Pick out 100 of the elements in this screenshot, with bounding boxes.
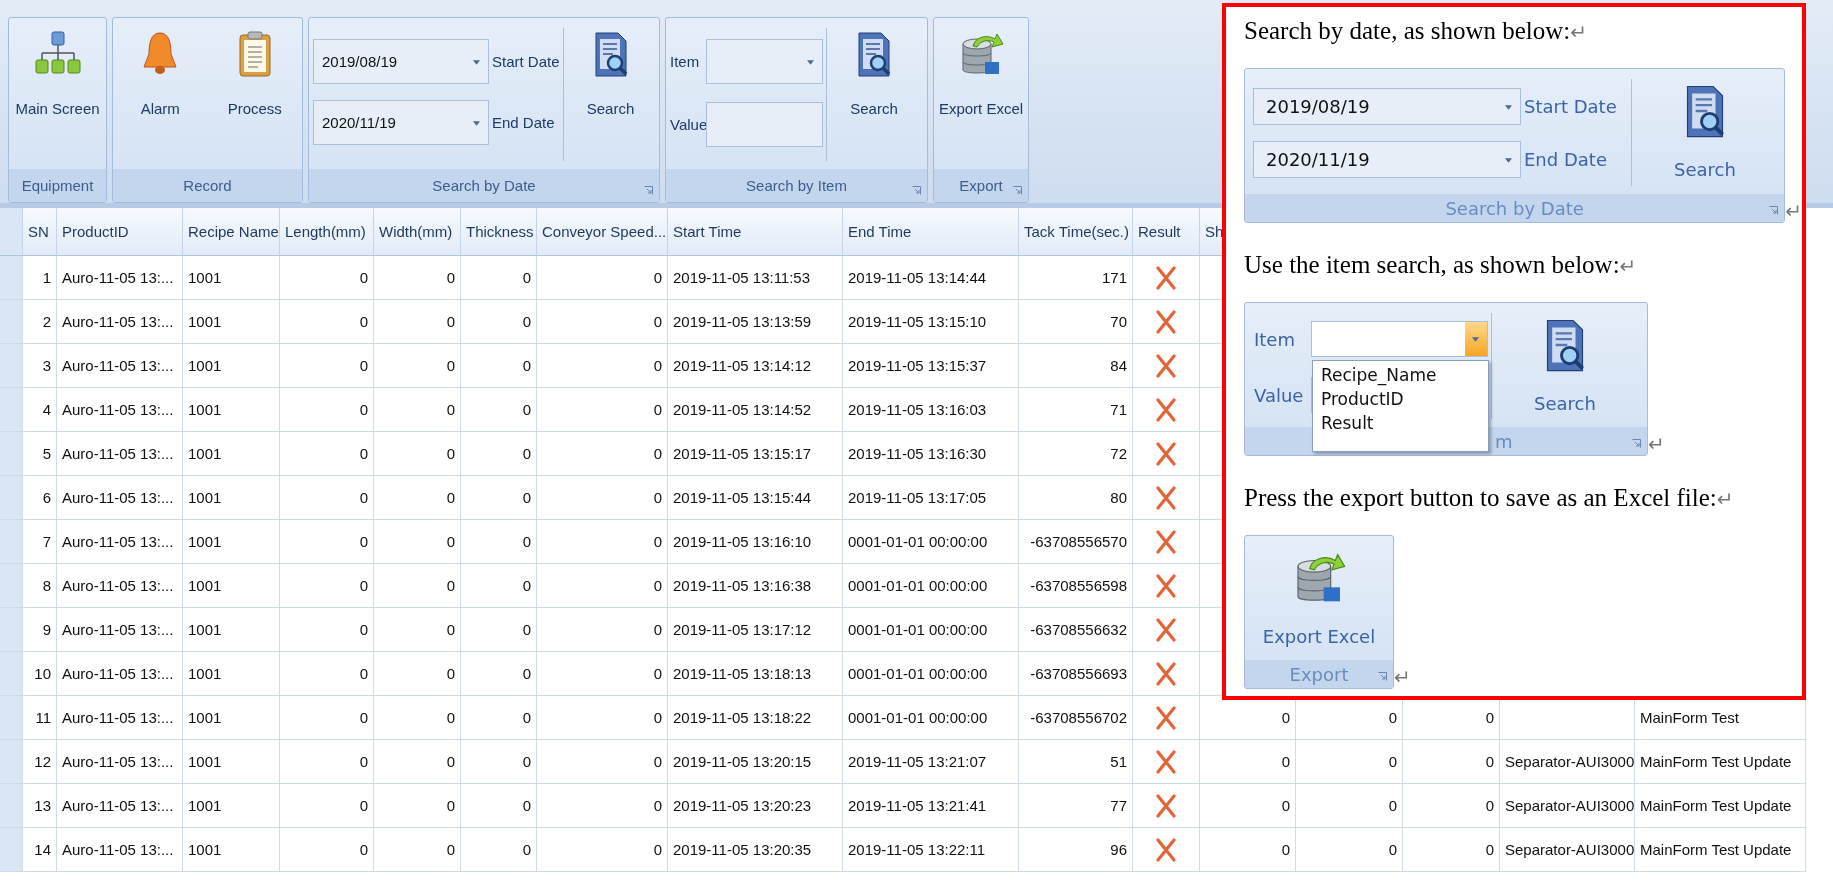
return-mark: ↵ [1716,487,1734,511]
table-cell: 0 [461,696,537,740]
column-header[interactable]: SN [23,208,57,256]
row-header[interactable] [0,256,23,300]
field-label: Item [670,53,701,70]
dialog-launcher-icon[interactable] [1769,206,1779,215]
column-header[interactable]: Thickness [461,208,537,256]
column-header[interactable]: Start Time [668,208,843,256]
value-field[interactable] [706,102,823,147]
table-cell: -63708556570 [1019,520,1133,564]
table-cell: 8 [23,564,57,608]
row-header[interactable] [0,344,23,388]
table-cell: 0 [280,256,374,300]
row-header[interactable] [0,784,23,828]
date-dropdown[interactable]: 2019/08/19 [313,39,489,84]
table-cell: 0 [374,344,461,388]
date-dropdown[interactable]: 2020/11/19 [313,100,489,145]
table-cell: 0001-01-01 00:00:00 [843,696,1019,740]
table-cell: 0 [1200,696,1296,740]
table-cell: 0 [280,608,374,652]
table-cell: 0 [374,432,461,476]
ribbon-button[interactable]: Main Screen [9,18,106,169]
table-cell: -63708556693 [1019,652,1133,696]
ribbon-button[interactable]: Search [1635,69,1775,194]
column-header[interactable]: Conveyor Speed... [537,208,668,256]
column-header[interactable]: Tack Time(sec.) [1019,208,1133,256]
table-cell: 0 [1296,784,1403,828]
row-header[interactable] [0,476,23,520]
row-header[interactable] [0,696,23,740]
table-cell: 1001 [183,300,280,344]
ribbon-button[interactable]: Alarm [113,18,208,169]
row-header[interactable] [0,652,23,696]
dialog-launcher-icon[interactable] [644,186,653,195]
field-label: Start Date [492,53,560,70]
date-dropdown[interactable]: 2019/08/19 [1253,88,1521,125]
table-cell: 0 [1403,784,1500,828]
field-label: End Date [492,114,555,131]
dropdown-button[interactable] [1465,322,1487,356]
table-cell: 96 [1019,828,1133,872]
field-label: Item [1254,328,1296,350]
table-cell: 2019-11-05 13:14:44 [843,256,1019,300]
table-cell: 0 [1296,696,1403,740]
table-cell: 9 [23,608,57,652]
table-cell: Separator-AUI3000 [1500,828,1635,872]
table-cell: 0 [537,388,668,432]
dropdown-option[interactable]: ProductID [1321,387,1488,411]
column-header[interactable]: Recipe Name [183,208,280,256]
row-header[interactable] [0,300,23,344]
column-header[interactable]: End Time [843,208,1019,256]
table-cell: 0 [280,828,374,872]
table-cell: 0001-01-01 00:00:00 [843,652,1019,696]
table-cell: 0 [537,564,668,608]
column-header[interactable]: ProductID [57,208,183,256]
table-cell: 0 [461,256,537,300]
row-header[interactable] [0,388,23,432]
date-dropdown[interactable]: 2020/11/19 [1253,141,1521,178]
table-cell: MainForm Test Update [1635,740,1806,784]
table-cell: Auro-11-05 13:... [57,696,183,740]
row-header[interactable] [0,608,23,652]
ribbon-button[interactable]: Export Excel [934,18,1028,169]
table-cell: 0 [1200,740,1296,784]
item-dropdown[interactable] [706,39,823,84]
column-header[interactable]: Width(mm) [374,208,461,256]
table-cell: 2019-11-05 13:20:35 [668,828,843,872]
table-cell: 2019-11-05 13:22:11 [843,828,1019,872]
row-header[interactable] [0,520,23,564]
table-cell: 71 [1019,388,1133,432]
ribbon-button[interactable]: Export Excel [1245,536,1393,660]
table-cell: 0 [537,696,668,740]
row-header[interactable] [0,828,23,872]
table-cell: 0 [280,696,374,740]
table-cell: 2019-11-05 13:15:17 [668,432,843,476]
column-header[interactable]: Result [1133,208,1200,256]
table-cell: 0 [374,828,461,872]
dialog-launcher-icon[interactable] [912,186,921,195]
dropdown-option[interactable]: Result [1321,411,1488,435]
dropdown-option[interactable]: Recipe_Name [1321,363,1488,387]
row-header[interactable] [0,432,23,476]
group-label: Search by Date [432,177,536,194]
ribbon-button[interactable]: Search [830,18,918,169]
row-header[interactable] [0,740,23,784]
table-cell: 171 [1019,256,1133,300]
dialog-launcher-icon[interactable] [1013,186,1022,195]
table-cell: 13 [23,784,57,828]
table-cell: Auro-11-05 13:... [57,652,183,696]
table-cell: 1001 [183,696,280,740]
dialog-launcher-icon[interactable] [1378,672,1387,681]
ribbon-button[interactable]: Process [207,18,302,169]
table-cell: 11 [23,696,57,740]
ribbon-button[interactable]: Search [1495,303,1635,427]
row-header[interactable] [0,564,23,608]
column-header[interactable]: Length(mm) [280,208,374,256]
dialog-launcher-icon[interactable] [1632,439,1641,448]
table-cell: 0 [461,520,537,564]
item-dropdown[interactable] [1311,321,1488,357]
field-label: End Date [1524,149,1608,170]
ribbon-button[interactable]: Search [566,18,655,169]
table-cell: 0 [537,784,668,828]
table-cell: 2019-11-05 13:14:52 [668,388,843,432]
table-cell: 0001-01-01 00:00:00 [843,608,1019,652]
